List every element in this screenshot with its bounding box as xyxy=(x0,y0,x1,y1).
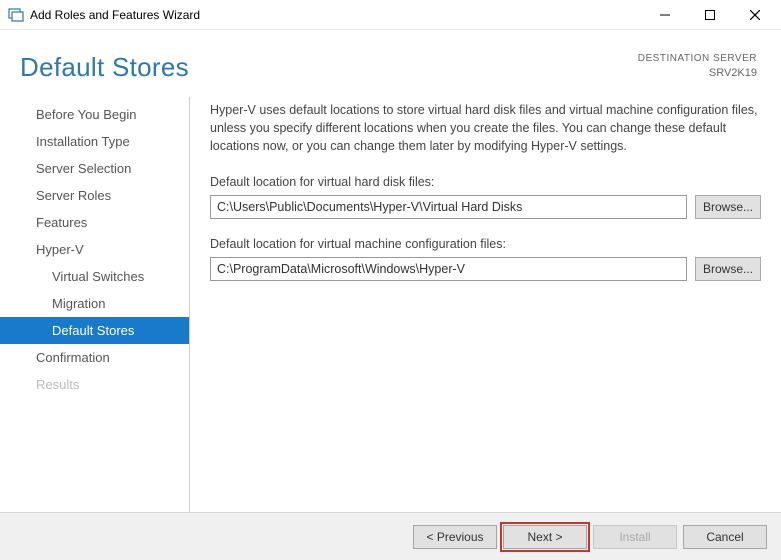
vm-config-location-label: Default location for virtual machine con… xyxy=(210,237,761,251)
window-controls xyxy=(642,1,777,29)
footer: < Previous Next > Install Cancel xyxy=(0,512,781,560)
sidebar-item-installation-type[interactable]: Installation Type xyxy=(0,128,189,155)
previous-button[interactable]: < Previous xyxy=(413,525,497,549)
destination-value: SRV2K19 xyxy=(638,66,757,81)
close-button[interactable] xyxy=(732,1,777,29)
vhd-location-label: Default location for virtual hard disk f… xyxy=(210,175,761,189)
sidebar-item-before-you-begin[interactable]: Before You Begin xyxy=(0,101,189,128)
sidebar-item-virtual-switches[interactable]: Virtual Switches xyxy=(0,263,189,290)
vm-config-browse-button[interactable]: Browse... xyxy=(695,257,761,281)
install-button: Install xyxy=(593,525,677,549)
sidebar-item-server-roles[interactable]: Server Roles xyxy=(0,182,189,209)
sidebar-item-default-stores[interactable]: Default Stores xyxy=(0,317,189,344)
titlebar: Add Roles and Features Wizard xyxy=(0,0,781,30)
next-button[interactable]: Next > xyxy=(503,525,587,549)
sidebar-item-features[interactable]: Features xyxy=(0,209,189,236)
cancel-button[interactable]: Cancel xyxy=(683,525,767,549)
sidebar-item-results: Results xyxy=(0,371,189,398)
minimize-button[interactable] xyxy=(642,1,687,29)
sidebar-item-hyper-v[interactable]: Hyper-V xyxy=(0,236,189,263)
window-title: Add Roles and Features Wizard xyxy=(30,8,642,22)
main-panel: Hyper-V uses default locations to store … xyxy=(190,97,781,512)
vm-config-location-input[interactable] xyxy=(210,257,687,281)
header: Default Stores DESTINATION SERVER SRV2K1… xyxy=(0,30,781,97)
vhd-browse-button[interactable]: Browse... xyxy=(695,195,761,219)
sidebar-item-migration[interactable]: Migration xyxy=(0,290,189,317)
page-title: Default Stores xyxy=(20,52,638,83)
destination-label: DESTINATION SERVER xyxy=(638,52,757,66)
description-text: Hyper-V uses default locations to store … xyxy=(210,101,761,155)
wizard-icon xyxy=(8,7,24,23)
sidebar: Before You BeginInstallation TypeServer … xyxy=(0,97,190,512)
sidebar-item-server-selection[interactable]: Server Selection xyxy=(0,155,189,182)
vhd-location-input[interactable] xyxy=(210,195,687,219)
sidebar-item-confirmation[interactable]: Confirmation xyxy=(0,344,189,371)
maximize-button[interactable] xyxy=(687,1,732,29)
destination-server: DESTINATION SERVER SRV2K19 xyxy=(638,52,757,81)
